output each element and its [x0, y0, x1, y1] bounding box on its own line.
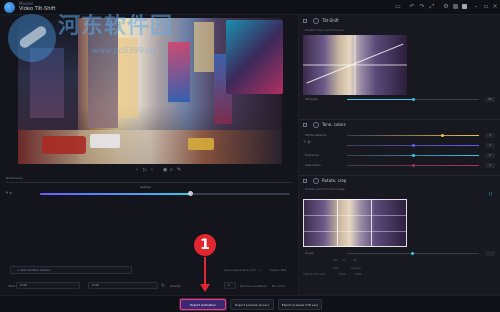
tone-row-value[interactable]: 0 — [485, 153, 495, 158]
tone-row-value[interactable]: 0 — [485, 133, 495, 138]
redo-icon[interactable]: ↷ — [418, 3, 426, 11]
expand-icon[interactable]: ⤢ — [428, 3, 436, 11]
app-logo-icon — [4, 2, 15, 13]
rotate-crop-hint: Rotate and trim the image — [305, 187, 345, 191]
snapshot-icon[interactable]: ◉ — [163, 166, 167, 174]
strength-value[interactable]: 50 — [485, 97, 495, 102]
timeline-handle[interactable] — [188, 191, 193, 196]
reset-icon[interactable]: ↻ — [161, 283, 165, 289]
rotate-crop-header[interactable]: Rotate, crop — [303, 177, 346, 185]
edit-icon[interactable]: ✎ — [177, 166, 181, 174]
tiltshift-hint: Position the control frame — [305, 28, 344, 32]
quality-field[interactable]: 1 — [224, 282, 236, 289]
remove-audio-option[interactable]: Remove audio — [240, 284, 261, 288]
tone-row-slider[interactable] — [347, 154, 479, 157]
tone-row-handle[interactable] — [412, 164, 415, 167]
tone-row-handle[interactable] — [412, 154, 415, 157]
watermark-text: 河东软件园 — [58, 14, 174, 39]
tone-row-slider[interactable] — [347, 134, 479, 137]
watermark-url: www.pc0359.cn — [92, 46, 156, 55]
tone-row-value[interactable]: 0 — [485, 143, 495, 148]
minimize-icon[interactable]: – — [472, 3, 480, 11]
end-time-field[interactable]: 0:00 — [88, 282, 158, 289]
tiltshift-thumbnail[interactable] — [303, 35, 407, 95]
tiltshift-icon — [313, 18, 319, 24]
export-bar: Export animation Export preview (0 sec) … — [0, 295, 500, 312]
fit-original-option[interactable]: Original — [351, 267, 361, 270]
output-height[interactable]: 1080 — [355, 273, 361, 276]
timeline-start-marker: ⏵ ◂ — [6, 190, 12, 195]
rotate-crop-title: Rotate, crop — [322, 178, 347, 183]
tone-title: Tone, colors — [322, 122, 346, 127]
timeline-divider — [6, 182, 292, 183]
tone-row-slider[interactable] — [347, 144, 479, 147]
no-audio-option[interactable]: No audio — [272, 284, 285, 288]
angle-option-3[interactable]: 90° — [353, 259, 357, 262]
app-title: Video Tilt-Shift — [19, 6, 56, 12]
layout-icon[interactable] — [462, 4, 467, 9]
angle-slider[interactable] — [347, 252, 479, 255]
start-time-field[interactable]: 0:00 — [16, 282, 80, 289]
watermark-logo-icon — [8, 14, 56, 62]
output-size-label: Output video size — [303, 273, 325, 276]
timeline-track[interactable] — [40, 191, 290, 196]
strength-label: Strength — [305, 97, 318, 101]
crop-icon — [313, 178, 319, 184]
tone-toggle[interactable] — [303, 123, 307, 127]
add-section-button[interactable]: + Add another section — [10, 266, 132, 274]
angle-option-2[interactable]: 0° — [343, 259, 346, 262]
zoom-icon[interactable]: ⌕ — [170, 166, 173, 174]
close-icon[interactable]: × — [491, 3, 499, 11]
export-preview-hq-button[interactable]: Export preview (HQ sec) — [278, 299, 322, 310]
angle-value-field[interactable] — [485, 251, 495, 256]
player-controls: ‹ ▷ › ◉ ⌕ ✎ — [18, 166, 282, 174]
bookmarks-label: Bookmarks — [6, 176, 23, 180]
export-preview-button[interactable]: Export preview (0 sec) — [230, 299, 274, 310]
tone-row-label: Exposure — [305, 153, 319, 157]
timeline-progress — [40, 193, 190, 195]
previous-frame-button[interactable]: ‹ — [136, 166, 138, 174]
view-mode-icon[interactable] — [453, 4, 458, 9]
angle-option-1[interactable]: -90° — [333, 259, 338, 262]
original-size-option[interactable]: Use original size (not ...) — [224, 268, 261, 272]
effects-panel: Tilt-Shift Position the control frame St… — [298, 15, 500, 295]
tone-header[interactable]: Tone, colors — [303, 121, 346, 129]
start-label: Start — [8, 284, 16, 288]
undo-icon[interactable]: ↶ — [408, 3, 416, 11]
same-ratio-option[interactable]: Same ratio — [270, 268, 286, 272]
export-animation-button[interactable]: Export animation — [180, 299, 226, 310]
eyedropper-icon[interactable]: ✎ ◐ — [303, 139, 311, 144]
tone-row-value[interactable]: 0 — [485, 163, 495, 168]
crop-handle-icon[interactable]: ⟨⟩ — [489, 191, 492, 196]
step-number-badge: 1 — [194, 234, 216, 256]
tone-row-handle[interactable] — [412, 144, 415, 147]
angle-label: Angle — [305, 251, 314, 255]
crop-thumbnail[interactable] — [303, 199, 407, 247]
maximize-icon[interactable]: ▫ — [482, 3, 490, 11]
quality-label: Quality — [170, 284, 181, 288]
loop-option[interactable]: Loop — [260, 284, 267, 288]
annotation-arrow-head — [200, 284, 210, 292]
gear-icon[interactable]: ⚙ — [442, 3, 450, 11]
tiltshift-title: Tilt-Shift — [322, 18, 339, 23]
preview-overlay-panel — [226, 20, 283, 94]
annotation-arrow — [204, 257, 206, 286]
rotate-crop-toggle[interactable] — [303, 179, 307, 183]
tone-row-label: Saturation — [305, 163, 321, 167]
output-width[interactable]: 1920 — [339, 273, 345, 276]
tone-row-slider[interactable] — [347, 164, 479, 167]
section-label: Section — [140, 185, 152, 189]
next-frame-button[interactable]: › — [151, 166, 153, 174]
tone-row-handle[interactable] — [441, 134, 445, 137]
play-button[interactable]: ▷ — [143, 166, 147, 174]
palette-icon — [313, 122, 319, 128]
fit-free-option[interactable]: Free — [333, 267, 338, 270]
tiltshift-toggle[interactable] — [303, 19, 307, 23]
folder-icon[interactable]: ▭ — [394, 3, 402, 11]
tone-row-label: White balance — [305, 133, 327, 137]
strength-slider[interactable] — [347, 98, 479, 101]
tiltshift-header[interactable]: Tilt-Shift — [303, 17, 339, 25]
